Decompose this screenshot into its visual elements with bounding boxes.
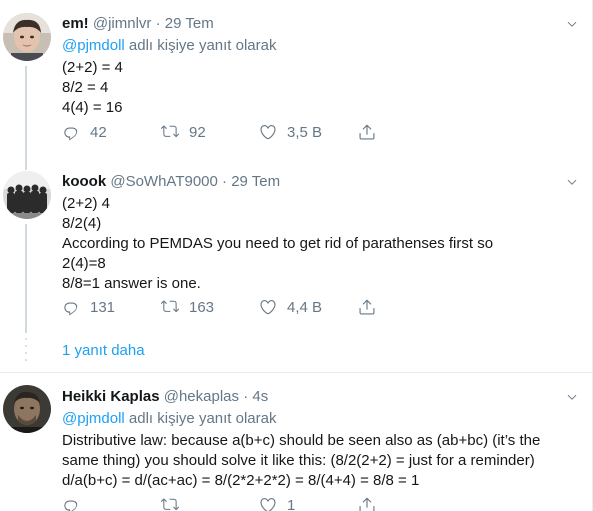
share-button[interactable]: [358, 494, 376, 511]
avatar[interactable]: [3, 13, 51, 61]
tweet-actions: 42 92 3,5 B: [62, 121, 392, 143]
retweet-icon: [161, 298, 179, 316]
show-more-replies[interactable]: 1 yanıt daha: [0, 332, 592, 372]
tweet-text-line: same thing) you should solve it like thi…: [62, 452, 535, 469]
tweet-actions: 1: [62, 494, 392, 511]
tweet-text-line: 4(4) = 16: [62, 99, 123, 116]
like-icon: [259, 298, 277, 316]
tweet[interactable]: koook @SoWhAT9000 · 29 Tem (2+2) 4 8/2(4…: [0, 158, 592, 333]
tweet-text-line: (2+2) = 4: [62, 59, 123, 76]
reply-button[interactable]: [62, 494, 90, 511]
reply-context: @pjmdoll adlı kişiye yanıt olarak: [62, 36, 562, 56]
tweet-text: (2+2) 4 8/2(4) According to PEMDAS you n…: [62, 194, 562, 294]
share-icon: [358, 496, 376, 511]
timestamp[interactable]: 29 Tem: [231, 173, 280, 190]
share-icon: [358, 123, 376, 141]
thread-line: [25, 66, 27, 158]
reply-count: 42: [90, 123, 107, 141]
like-icon: [259, 123, 277, 141]
tweet[interactable]: Heikki Kaplas @hekaplas · 4s @pjmdoll ad…: [0, 373, 592, 511]
thread-line: [25, 158, 27, 170]
share-button[interactable]: [358, 121, 376, 143]
reply-button[interactable]: 131: [62, 296, 115, 318]
avatar[interactable]: [3, 385, 51, 433]
tweet-header: koook @SoWhAT9000 · 29 Tem: [62, 172, 562, 192]
like-button[interactable]: 3,5 B: [259, 121, 322, 143]
tweet-text-line: d/a(b+c) = d/(ac+ac) = 8/(2*2+2*2) = 8/(…: [62, 472, 420, 489]
tweet-actions: 131 163 4,4 B: [62, 296, 392, 318]
reply-context-text: adlı kişiye yanıt olarak: [124, 37, 277, 54]
tweet[interactable]: em! @jimnlvr · 29 Tem @pjmdoll adlı kişi…: [0, 0, 592, 158]
thread-line: [25, 224, 27, 333]
retweet-count: 92: [189, 123, 206, 141]
timestamp[interactable]: 4s: [252, 388, 268, 405]
tweet-text-line: 8/8=1 answer is one.: [62, 275, 201, 292]
retweet-button[interactable]: 163: [161, 296, 214, 318]
like-button[interactable]: 1: [259, 494, 295, 511]
chevron-down-icon[interactable]: [566, 18, 578, 30]
more-replies-link[interactable]: 1 yanıt daha: [62, 341, 145, 361]
reply-mention-link[interactable]: @pjmdoll: [62, 37, 125, 54]
retweet-button[interactable]: [161, 494, 189, 511]
reply-icon: [62, 123, 80, 141]
author-handle[interactable]: @SoWhAT9000: [110, 173, 218, 190]
retweet-button[interactable]: 92: [161, 121, 206, 143]
like-count: 4,4 B: [287, 298, 323, 316]
reply-context-text: adlı kişiye yanıt olarak: [124, 410, 277, 427]
retweet-icon: [161, 123, 179, 141]
avatar[interactable]: [3, 171, 51, 219]
timestamp[interactable]: 29 Tem: [165, 15, 214, 32]
tweet-text-line: Distributive law: because a(b+c) should …: [62, 432, 541, 449]
tweet-text: Distributive law: because a(b+c) should …: [62, 431, 562, 491]
reply-button[interactable]: 42: [62, 121, 107, 143]
share-button[interactable]: [358, 296, 376, 318]
tweet-text-line: According to PEMDAS you need to get rid …: [62, 235, 494, 252]
author-name[interactable]: em!: [62, 15, 89, 32]
chevron-down-icon[interactable]: [566, 176, 578, 188]
tweet-text-line: (2+2) 4: [62, 195, 110, 212]
tweet-text-line: 8/2 = 4: [62, 79, 109, 96]
like-button[interactable]: 4,4 B: [259, 296, 322, 318]
author-handle[interactable]: @jimnlvr: [93, 15, 152, 32]
reply-context: @pjmdoll adlı kişiye yanıt olarak: [62, 409, 562, 429]
like-icon: [259, 496, 277, 511]
retweet-count: 163: [189, 298, 215, 316]
reply-mention-link[interactable]: @pjmdoll: [62, 410, 125, 427]
separator: ·: [243, 388, 249, 405]
tweet-header: em! @jimnlvr · 29 Tem: [62, 14, 562, 34]
separator: ·: [155, 15, 161, 32]
tweet-text-line: 8/2(4): [62, 215, 102, 232]
chevron-down-icon[interactable]: [566, 391, 578, 403]
share-icon: [358, 298, 376, 316]
author-name[interactable]: Heikki Kaplas: [62, 388, 160, 405]
like-count: 3,5 B: [287, 123, 323, 141]
reply-count: 131: [90, 298, 116, 316]
reply-icon: [62, 496, 80, 511]
like-count: 1: [287, 496, 296, 511]
author-handle[interactable]: @hekaplas: [164, 388, 239, 405]
retweet-icon: [161, 496, 179, 511]
thread-dots: [24, 338, 28, 364]
tweet-text-line: 2(4)=8: [62, 255, 106, 272]
reply-icon: [62, 298, 80, 316]
tweet-text: (2+2) = 4 8/2 = 4 4(4) = 16: [62, 58, 562, 118]
separator: ·: [222, 173, 228, 190]
tweet-header: Heikki Kaplas @hekaplas · 4s: [62, 387, 562, 407]
author-name[interactable]: koook: [62, 173, 106, 190]
